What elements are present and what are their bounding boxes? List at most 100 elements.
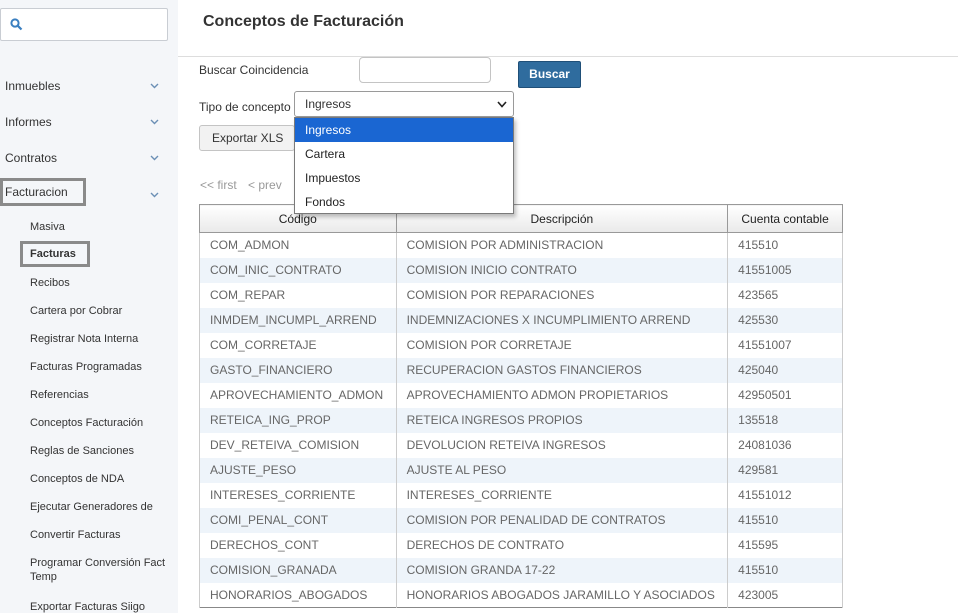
cell-descripcion: COMISION POR REPARACIONES <box>395 282 729 308</box>
table-row[interactable]: DEV_RETEIVA_COMISION DEVOLUCION RETEIVA I… <box>199 432 843 458</box>
cell-cuenta: 415510 <box>727 232 843 258</box>
sidebar-search-input[interactable] <box>0 8 168 41</box>
cell-codigo: INMDEM_INCUMPL_ARREND <box>199 307 397 333</box>
chevron-down-icon <box>497 101 507 108</box>
cell-descripcion: DEVOLUCION RETEIVA INGRESOS <box>395 432 729 458</box>
table-row[interactable]: GASTO_FINANCIERO RECUPERACION GASTOS FINA… <box>199 357 843 383</box>
cell-cuenta: 41551005 <box>727 257 843 283</box>
cell-descripcion: INDEMNIZACIONES X INCUMPLIMIENTO ARREND <box>395 307 729 333</box>
cell-descripcion: DERECHOS DE CONTRATO <box>395 532 729 558</box>
export-xls-button[interactable]: Exportar XLS <box>199 125 295 151</box>
cell-codigo: HONORARIOS_ABOGADOS <box>199 582 397 608</box>
option-cartera[interactable]: Cartera <box>295 142 513 166</box>
cell-codigo: GASTO_FINANCIERO <box>199 357 397 383</box>
table-row[interactable]: COM_REPAR COMISION POR REPARACIONES 423565 <box>199 282 843 308</box>
cell-codigo: DERECHOS_CONT <box>199 532 397 558</box>
type-label: Tipo de concepto <box>199 100 291 114</box>
sidebar-subitem-conceptos-nda[interactable]: Conceptos de NDA <box>30 472 170 486</box>
cell-cuenta: 423565 <box>727 282 843 308</box>
cell-cuenta: 423005 <box>727 582 843 608</box>
search-label: Buscar Coincidencia <box>199 63 309 77</box>
cell-cuenta: 135518 <box>727 407 843 433</box>
sidebar-item-informes[interactable]: Informes <box>0 108 170 136</box>
sidebar-item-contratos[interactable]: Contratos <box>0 144 170 172</box>
cell-cuenta: 425040 <box>727 357 843 383</box>
concept-type-select[interactable]: Ingresos <box>294 91 514 117</box>
pager-first-link[interactable]: << first <box>200 178 237 192</box>
table-row[interactable]: INTERESES_CORRIENTE INTERESES_CORRIENTE 41… <box>199 482 843 508</box>
sidebar-subitem-programar-conversion[interactable]: Programar Conversión Fact Temp <box>30 556 170 584</box>
cell-descripcion: AJUSTE AL PESO <box>395 457 729 483</box>
sidebar-subitem-conceptos-facturacion[interactable]: Conceptos Facturación <box>30 416 170 430</box>
page-title: Conceptos de Facturación <box>203 13 404 30</box>
search-button[interactable]: Buscar <box>518 61 581 88</box>
cell-codigo: RETEICA_ING_PROP <box>199 407 397 433</box>
chevron-down-icon <box>150 83 159 89</box>
cell-codigo: COM_INIC_CONTRATO <box>199 257 397 283</box>
cell-cuenta: 415595 <box>727 532 843 558</box>
table-row[interactable]: RETEICA_ING_PROP RETEICA INGRESOS PROPIOS… <box>199 407 843 433</box>
sidebar-item-inmuebles[interactable]: Inmuebles <box>0 72 170 100</box>
concept-type-options: Ingresos Cartera Impuestos Fondos <box>294 117 514 214</box>
cell-cuenta: 429581 <box>727 457 843 483</box>
option-ingresos[interactable]: Ingresos <box>295 118 513 142</box>
header-divider <box>178 56 958 57</box>
pager: << first < prev <box>200 178 290 192</box>
sidebar-subitem-masiva[interactable]: Masiva <box>30 220 170 234</box>
cell-cuenta: 415510 <box>727 507 843 533</box>
pager-prev-link[interactable]: < prev <box>248 178 282 192</box>
column-header-cuenta[interactable]: Cuenta contable <box>727 204 843 233</box>
sidebar-subitem-convertir-facturas[interactable]: Convertir Facturas <box>30 528 170 542</box>
cell-descripcion: COMISION GRANDA 17-22 <box>395 557 729 583</box>
table-row[interactable]: COM_ADMON COMISION POR ADMINISTRACION 4155… <box>199 232 843 258</box>
table-row[interactable]: COM_CORRETAJE COMISION POR CORRETAJE 41551… <box>199 332 843 358</box>
table-row[interactable]: COM_INIC_CONTRATO COMISION INICIO CONTRAT… <box>199 257 843 283</box>
cell-codigo: APROVECHAMIENTO_ADMON <box>199 382 397 408</box>
table-row[interactable]: DERECHOS_CONT DERECHOS DE CONTRATO 415595 <box>199 532 843 558</box>
cell-descripcion: COMISION POR ADMINISTRACION <box>395 232 729 258</box>
table-row[interactable]: COMI_PENAL_CONT COMISION POR PENALIDAD DE… <box>199 507 843 533</box>
cell-descripcion: RETEICA INGRESOS PROPIOS <box>395 407 729 433</box>
table-row[interactable]: APROVECHAMIENTO_ADMON APROVECHAMIENTO ADM… <box>199 382 843 408</box>
sidebar-item-label: Facturacion <box>5 185 68 199</box>
cell-cuenta: 415510 <box>727 557 843 583</box>
sidebar-subitem-ejecutar-generadores[interactable]: Ejecutar Generadores de <box>30 500 170 514</box>
cell-codigo: INTERESES_CORRIENTE <box>199 482 397 508</box>
sidebar-subitem-nota-interna[interactable]: Registrar Nota Interna <box>30 332 170 346</box>
sidebar-item-label: Informes <box>5 115 52 129</box>
table-row[interactable]: AJUSTE_PESO AJUSTE AL PESO 429581 <box>199 457 843 483</box>
table-row[interactable]: INMDEM_INCUMPL_ARREND INDEMNIZACIONES X I… <box>199 307 843 333</box>
sidebar: Inmuebles Informes Contratos Facturacion… <box>0 0 178 613</box>
option-impuestos[interactable]: Impuestos <box>295 166 513 190</box>
sidebar-subitem-referencias[interactable]: Referencias <box>30 388 170 402</box>
cell-codigo: COM_ADMON <box>199 232 397 258</box>
cell-descripcion: COMISION INICIO CONTRATO <box>395 257 729 283</box>
sidebar-subitem-recibos[interactable]: Recibos <box>30 276 170 290</box>
search-icon <box>10 18 23 31</box>
option-fondos[interactable]: Fondos <box>295 190 513 214</box>
concepts-table: Código Descripción Cuenta contable COM_A… <box>199 204 843 608</box>
cell-descripcion: APROVECHAMIENTO ADMON PROPIETARIOS <box>395 382 729 408</box>
cell-cuenta: 425530 <box>727 307 843 333</box>
sidebar-subitem-facturas-programadas[interactable]: Facturas Programadas <box>30 360 170 374</box>
cell-cuenta: 41551012 <box>727 482 843 508</box>
cell-codigo: AJUSTE_PESO <box>199 457 397 483</box>
search-input[interactable] <box>359 57 491 83</box>
sidebar-subitem-reglas-sanciones[interactable]: Reglas de Sanciones <box>30 444 170 458</box>
sidebar-subitem-cartera[interactable]: Cartera por Cobrar <box>30 304 170 318</box>
chevron-down-icon <box>150 192 159 198</box>
cell-codigo: DEV_RETEIVA_COMISION <box>199 432 397 458</box>
cell-cuenta: 41551007 <box>727 332 843 358</box>
sidebar-item-label: Inmuebles <box>5 79 61 93</box>
chevron-down-icon <box>150 119 159 125</box>
table-row[interactable]: HONORARIOS_ABOGADOS HONORARIOS ABOGADOS J… <box>199 582 843 608</box>
sidebar-subitem-exportar-siigo[interactable]: Exportar Facturas Siigo <box>30 600 170 614</box>
sidebar-subitem-facturas[interactable]: Facturas <box>20 241 90 267</box>
table-row[interactable]: COMISION_GRANADA COMISION GRANDA 17-22 415… <box>199 557 843 583</box>
cell-cuenta: 42950501 <box>727 382 843 408</box>
cell-codigo: COMI_PENAL_CONT <box>199 507 397 533</box>
cell-codigo: COMISION_GRANADA <box>199 557 397 583</box>
cell-codigo: COM_CORRETAJE <box>199 332 397 358</box>
sidebar-item-facturacion[interactable]: Facturacion <box>0 178 86 206</box>
cell-descripcion: INTERESES_CORRIENTE <box>395 482 729 508</box>
